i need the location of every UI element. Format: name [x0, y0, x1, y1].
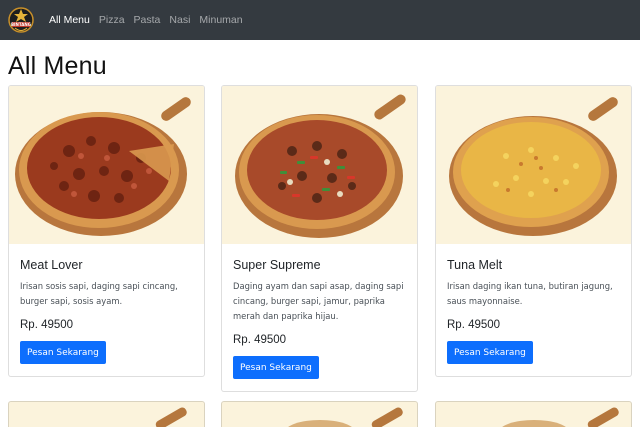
card-description: Daging ayam dan sapi asap, daging sapi c… [233, 281, 404, 321]
card-price: Rp. 49500 [20, 319, 74, 331]
page-title: All Menu [8, 52, 107, 80]
order-button[interactable]: Pesan Sekarang [447, 341, 533, 364]
menu-card-meat-lover: Meat Lover Irisan sosis sapi, daging sap… [8, 85, 205, 377]
card-price: Rp. 49500 [447, 319, 501, 331]
card-description: Irisan sosis sapi, daging sapi cincang, … [20, 281, 178, 306]
order-button[interactable]: Pesan Sekarang [20, 341, 106, 364]
card-title: Super Supreme [233, 258, 321, 272]
super-supreme-pizza-image [222, 86, 417, 244]
card-title: Meat Lover [20, 258, 83, 272]
navbar: BINTANG All Menu Pizza Pasta Nasi Minuma… [0, 0, 640, 40]
nav-link-minuman[interactable]: Minuman [199, 14, 242, 26]
svg-text:BINTANG: BINTANG [11, 22, 31, 27]
menu-card-partial [435, 401, 632, 427]
nav-link-all-menu[interactable]: All Menu [49, 14, 90, 26]
menu-card-partial [221, 401, 418, 427]
nav-link-nasi[interactable]: Nasi [169, 14, 190, 26]
nav-link-pasta[interactable]: Pasta [134, 14, 161, 26]
card-description: Irisan daging ikan tuna, butiran jagung,… [447, 281, 613, 306]
menu-card-partial [8, 401, 205, 427]
brand-logo[interactable]: BINTANG [8, 5, 34, 35]
nav-link-pizza[interactable]: Pizza [99, 14, 125, 26]
card-title: Tuna Melt [447, 258, 503, 272]
card-price: Rp. 49500 [233, 334, 287, 346]
menu-card-tuna-melt: Tuna Melt Irisan daging ikan tuna, butir… [435, 85, 632, 377]
meat-lover-pizza-image [9, 86, 204, 244]
order-button[interactable]: Pesan Sekarang [233, 356, 319, 379]
nav-links: All Menu Pizza Pasta Nasi Minuman [49, 0, 252, 40]
tuna-melt-pizza-image [436, 86, 631, 244]
menu-card-super-supreme: Super Supreme Daging ayam dan sapi asap,… [221, 85, 418, 392]
